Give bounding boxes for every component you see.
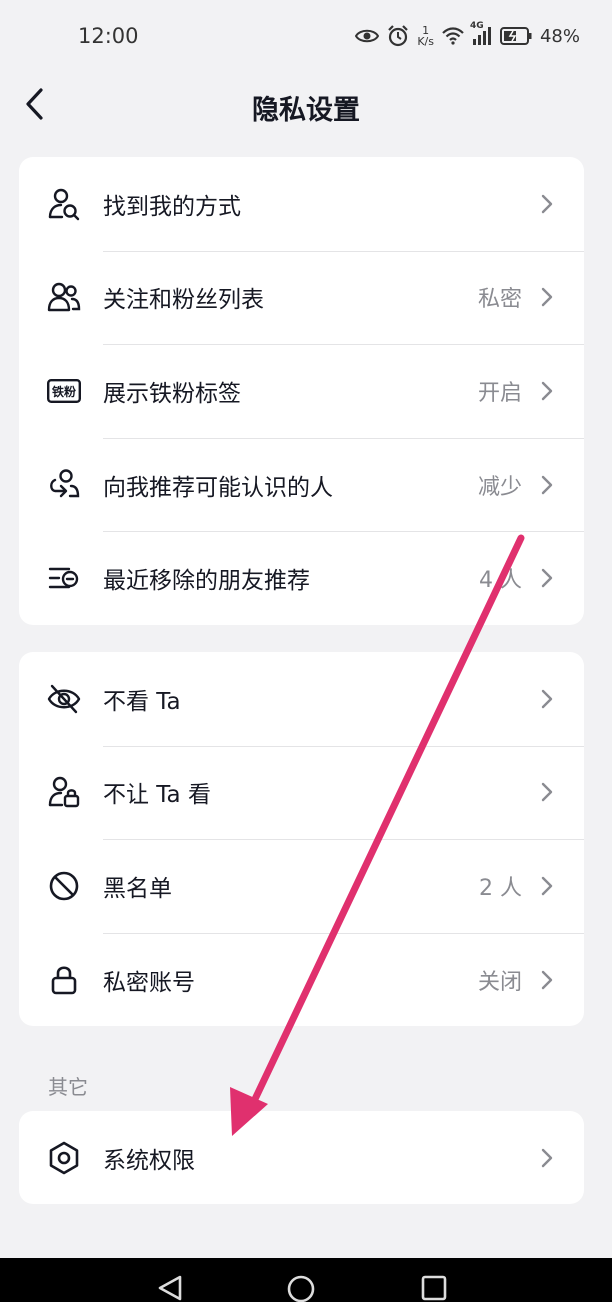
system-permissions-label: 系统权限 <box>103 1147 195 1174</box>
chevron-right-icon <box>538 1146 556 1170</box>
system-permissions-row[interactable]: 系统权限 <box>19 1111 584 1204</box>
recommend-people-row[interactable]: 向我推荐可能认识的人 减少 <box>19 437 584 532</box>
chevron-right-icon <box>538 379 556 403</box>
hide-from-ta-row[interactable]: 不让 Ta 看 <box>19 745 584 840</box>
fan-badge-icon-text: 铁粉 <box>52 384 76 399</box>
status-bar: 12:00 1 K/s 4G 48% <box>0 0 612 72</box>
fan-badge-value: 开启 <box>477 380 522 406</box>
find-me-label: 找到我的方式 <box>103 193 241 220</box>
chevron-right-icon <box>538 968 556 992</box>
section-other-label: 其它 <box>48 1075 88 1099</box>
signal-icon: 4G <box>470 21 492 45</box>
user-lock-icon <box>46 774 82 810</box>
user-recommend-icon <box>46 467 82 503</box>
lock-icon <box>46 962 82 998</box>
removed-list-icon <box>46 560 82 596</box>
status-time: 12:00 <box>78 24 139 48</box>
network-speed-unit: K/s <box>417 35 434 48</box>
eye-icon <box>355 28 380 44</box>
follow-fans-list-value: 私密 <box>477 287 522 313</box>
blacklist-label: 黑名单 <box>103 875 172 902</box>
block-icon <box>46 868 82 904</box>
privacy-visibility-card: 不看 Ta 不让 Ta 看 黑名单 2 人 私密账号 关闭 <box>19 652 584 1026</box>
page-title: 隐私设置 <box>252 95 360 126</box>
fan-badge-row[interactable]: 铁粉 展示铁粉标签 开启 <box>19 344 584 438</box>
other-settings-card: 系统权限 <box>19 1111 584 1204</box>
fan-badge-icon: 铁粉 <box>46 373 82 409</box>
follow-fans-list-label: 关注和粉丝列表 <box>103 287 264 314</box>
user-search-icon <box>46 186 82 222</box>
dont-see-ta-label: 不看 Ta <box>103 688 181 715</box>
removed-recommendations-value: 4 人 <box>479 568 522 594</box>
network-type: 4G <box>469 21 484 31</box>
chevron-right-icon <box>538 192 556 216</box>
private-account-label: 私密账号 <box>103 969 195 996</box>
recommend-people-label: 向我推荐可能认识的人 <box>103 474 333 501</box>
private-account-row[interactable]: 私密账号 关闭 <box>19 932 584 1026</box>
removed-recommendations-label: 最近移除的朋友推荐 <box>103 568 310 595</box>
hexagon-settings-icon <box>46 1140 82 1176</box>
removed-recommendations-row[interactable]: 最近移除的朋友推荐 4 人 <box>19 531 584 625</box>
chevron-right-icon <box>538 566 556 590</box>
blacklist-value: 2 人 <box>479 875 522 901</box>
privacy-discovery-card: 找到我的方式 关注和粉丝列表 私密 铁粉 展示铁粉标签 开启 向我推荐可能认识的… <box>19 157 584 625</box>
eye-off-icon <box>46 681 82 717</box>
chevron-right-icon <box>538 874 556 898</box>
chevron-right-icon <box>538 687 556 711</box>
system-nav-bar <box>0 1258 612 1302</box>
status-icons: 1 K/s 4G 48% <box>355 21 580 47</box>
battery-icon <box>499 27 532 45</box>
network-speed: 1 K/s <box>417 25 434 47</box>
hide-from-ta-label: 不让 Ta 看 <box>103 782 211 809</box>
battery-level: 48% <box>539 25 580 47</box>
wifi-icon <box>442 27 464 45</box>
alarm-icon <box>387 25 409 47</box>
fan-badge-label: 展示铁粉标签 <box>103 380 241 407</box>
blacklist-row[interactable]: 黑名单 2 人 <box>19 839 584 933</box>
recommend-people-value: 减少 <box>477 474 522 500</box>
chevron-right-icon <box>538 285 556 309</box>
chevron-right-icon <box>538 473 556 497</box>
nav-back-icon[interactable] <box>156 1274 184 1302</box>
users-icon <box>46 279 82 315</box>
dont-see-ta-row[interactable]: 不看 Ta <box>19 652 584 746</box>
private-account-value: 关闭 <box>477 969 522 995</box>
nav-home-icon[interactable] <box>286 1274 316 1302</box>
find-me-row[interactable]: 找到我的方式 <box>19 157 584 251</box>
chevron-right-icon <box>538 780 556 804</box>
follow-fans-list-row[interactable]: 关注和粉丝列表 私密 <box>19 250 584 345</box>
nav-recents-icon[interactable] <box>420 1274 448 1302</box>
header: 隐私设置 <box>0 72 612 138</box>
